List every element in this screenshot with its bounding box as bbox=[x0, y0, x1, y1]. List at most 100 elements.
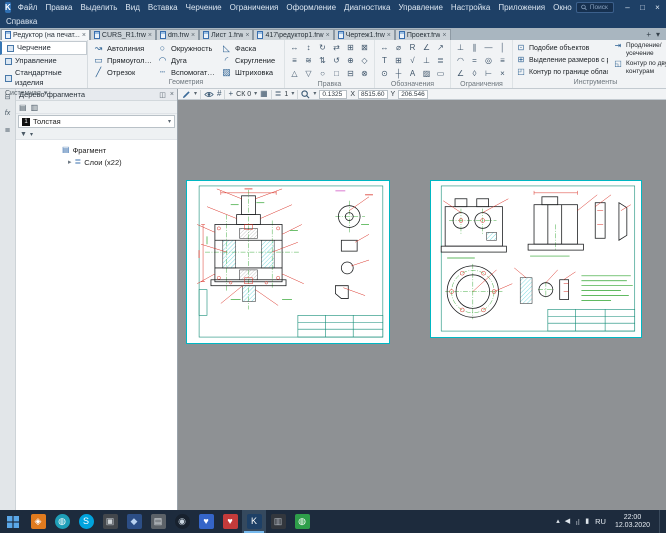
zoom-icon[interactable] bbox=[301, 90, 310, 99]
taskbar-app-9[interactable]: ♥ bbox=[218, 510, 242, 533]
start-button[interactable] bbox=[0, 510, 26, 533]
frame-icon[interactable]: ▭ bbox=[434, 68, 447, 80]
rotate-ccw-icon[interactable]: ↺ bbox=[330, 55, 343, 67]
ribbon-tab[interactable]: Черчение bbox=[0, 41, 87, 55]
visibility-eye-icon[interactable] bbox=[204, 91, 214, 98]
tool-button[interactable]: ◜Скругление bbox=[219, 54, 281, 66]
leader-icon[interactable]: ↗ bbox=[434, 42, 447, 54]
ribbon-set-label[interactable]: Системная▾ bbox=[0, 89, 87, 99]
taskbar-app-2[interactable]: ◍ bbox=[50, 510, 74, 533]
document-tab[interactable]: Лист 1.frw× bbox=[199, 29, 253, 40]
tool-button[interactable]: ○Окружность bbox=[155, 42, 217, 54]
menu-item[interactable]: Ограничения bbox=[226, 1, 283, 15]
chevron-down-icon[interactable]: ▾ bbox=[30, 131, 33, 138]
snap-icon[interactable]: # bbox=[217, 90, 221, 98]
line-style-dropdown[interactable]: 1 Толстая ▾ bbox=[18, 115, 175, 128]
tool-button[interactable]: ◺Фаска bbox=[219, 42, 281, 54]
menu-item[interactable]: Справка bbox=[2, 15, 41, 29]
taskbar-app-steam[interactable]: ◉ bbox=[170, 510, 194, 533]
move-vertical-icon[interactable]: ↕ bbox=[302, 42, 315, 54]
hatch-mark-icon[interactable]: ▨ bbox=[420, 68, 433, 80]
menu-item[interactable]: Управление bbox=[394, 1, 446, 15]
menu-item[interactable]: Вид bbox=[121, 1, 143, 15]
drawing-sheet-views[interactable] bbox=[430, 180, 642, 338]
zoom-value[interactable]: 0.1325 bbox=[319, 90, 347, 99]
tool-button[interactable]: ⊡Подобие объектов bbox=[516, 42, 608, 54]
grid-icon[interactable]: ▦ bbox=[260, 90, 268, 98]
menu-item[interactable]: Окно bbox=[549, 1, 576, 15]
command-search[interactable] bbox=[576, 2, 614, 13]
diameter-dimension-icon[interactable]: ⌀ bbox=[392, 42, 405, 54]
chevron-down-icon[interactable]: ▾ bbox=[313, 91, 316, 97]
explode-icon[interactable]: ⊗ bbox=[358, 68, 371, 80]
minimize-button[interactable]: – bbox=[620, 1, 635, 15]
tree-item-layers[interactable]: ▸ ≣ Слои (x22) bbox=[16, 156, 177, 168]
tool-button[interactable]: ╱Отрезок bbox=[91, 66, 153, 78]
tab-close-icon[interactable]: × bbox=[191, 32, 195, 39]
pin-panel-icon[interactable]: ◫ bbox=[159, 91, 166, 99]
document-tab[interactable]: CURS_R1.frw× bbox=[90, 29, 156, 40]
align-icon[interactable]: ≡ bbox=[288, 55, 301, 67]
collapse-objects-icon[interactable]: ⊟ bbox=[344, 68, 357, 80]
taskbar-app-12[interactable]: ◍ bbox=[290, 510, 314, 533]
menu-item[interactable]: Черчение bbox=[182, 1, 226, 15]
ribbon-tab[interactable]: Стандартные изделия bbox=[0, 67, 87, 89]
chevron-down-icon[interactable]: ▾ bbox=[254, 91, 257, 97]
angular-dimension-icon[interactable]: ∠ bbox=[420, 42, 433, 54]
delete-icon[interactable]: ⊠ bbox=[358, 42, 371, 54]
tangent-icon[interactable]: ◠ bbox=[454, 55, 467, 67]
maximize-button[interactable]: □ bbox=[635, 1, 650, 15]
taskbar-app-skype[interactable]: S bbox=[74, 510, 98, 533]
taskbar-clock[interactable]: 22:00 12.03.2020 bbox=[612, 514, 653, 530]
text-icon[interactable]: T bbox=[378, 55, 391, 67]
hidden-icons-icon[interactable]: ▴ bbox=[556, 518, 560, 525]
taskbar-app-6[interactable]: ▤ bbox=[146, 510, 170, 533]
menu-item[interactable]: Настройка bbox=[447, 1, 494, 15]
battery-icon[interactable]: ▮ bbox=[585, 518, 589, 525]
expand-arrow-icon[interactable]: ▸ bbox=[68, 159, 72, 166]
tree-collapse-all-icon[interactable]: ▥ bbox=[31, 103, 39, 112]
taskbar-app-8[interactable]: ♥ bbox=[194, 510, 218, 533]
tool-button[interactable]: ◰Контур по границе облас... bbox=[516, 66, 608, 78]
menu-item[interactable]: Вставка bbox=[144, 1, 182, 15]
tool-button[interactable]: ◱Контур по двум контурам bbox=[613, 60, 666, 78]
tool-button[interactable]: ┄Вспомогательная прямая bbox=[155, 66, 217, 78]
new-document-icon[interactable]: + bbox=[646, 30, 651, 39]
document-tab[interactable]: Редуктор (на печат...× bbox=[1, 29, 90, 40]
horizontal-icon[interactable]: — bbox=[482, 42, 495, 54]
chevron-down-icon[interactable]: ▾ bbox=[291, 91, 294, 97]
array-up-icon[interactable]: △ bbox=[288, 68, 301, 80]
network-icon[interactable]: ⣴ bbox=[575, 518, 580, 525]
tab-close-icon[interactable]: × bbox=[326, 32, 330, 39]
radial-dimension-icon[interactable]: R bbox=[406, 42, 419, 54]
document-tab[interactable]: 417\редуктор1.frw× bbox=[253, 29, 333, 40]
menu-item[interactable]: Оформление bbox=[282, 1, 340, 15]
menu-item[interactable]: Выделить bbox=[76, 1, 121, 15]
close-button[interactable]: × bbox=[650, 1, 665, 15]
tab-close-icon[interactable]: × bbox=[387, 32, 391, 39]
taskbar-app-1[interactable]: ◈ bbox=[26, 510, 50, 533]
tab-list-icon[interactable]: ▾ bbox=[656, 30, 660, 39]
symmetric-icon[interactable]: ◊ bbox=[468, 68, 481, 80]
tab-close-icon[interactable]: × bbox=[442, 32, 446, 39]
vertical-icon[interactable]: │ bbox=[496, 42, 509, 54]
taskbar-app-kompas[interactable]: K bbox=[242, 510, 266, 533]
tool-button[interactable]: ⇥Продление/ усечение bbox=[613, 42, 666, 60]
tool-button[interactable]: ▭Прямоугольник bbox=[91, 54, 153, 66]
rect-copy-icon[interactable]: □ bbox=[330, 68, 343, 80]
menu-item[interactable]: Диагностика bbox=[340, 1, 394, 15]
taskbar-app-4[interactable]: ▣ bbox=[98, 510, 122, 533]
close-panel-icon[interactable]: × bbox=[170, 91, 174, 99]
linear-dimension-icon[interactable]: ↔ bbox=[378, 42, 391, 54]
insert-icon[interactable]: ⊕ bbox=[344, 55, 357, 67]
line-style-pencil-icon[interactable] bbox=[182, 90, 191, 99]
drawing-canvas[interactable] bbox=[178, 100, 666, 510]
taskbar-app-11[interactable]: ▥ bbox=[266, 510, 290, 533]
offset-icon[interactable]: ≋ bbox=[302, 55, 315, 67]
move-icon[interactable]: ↔ bbox=[288, 42, 301, 54]
copy-icon[interactable]: ⊞ bbox=[344, 42, 357, 54]
angle-icon[interactable]: ∠ bbox=[454, 68, 467, 80]
table-icon[interactable]: ⊞ bbox=[392, 55, 405, 67]
ribbon-tab[interactable]: Управление bbox=[0, 55, 87, 67]
perpendicular-icon[interactable]: ⊥ bbox=[454, 42, 467, 54]
